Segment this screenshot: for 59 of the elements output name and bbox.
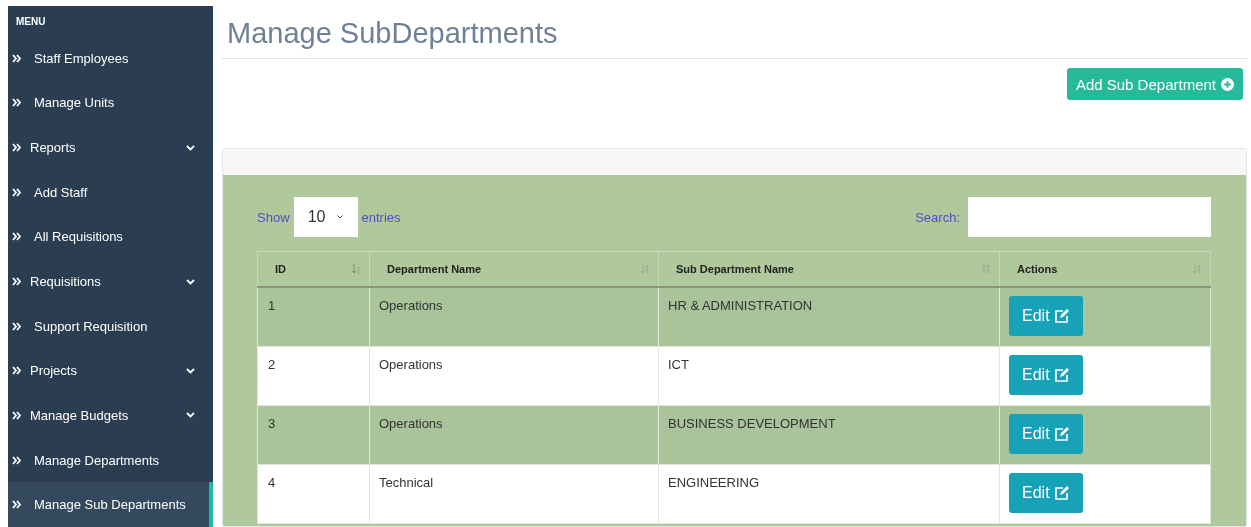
sidebar-item[interactable]: Add Staff — [8, 169, 213, 215]
double-chevron-icon — [12, 410, 22, 420]
sidebar-item[interactable]: Manage Budgets — [8, 393, 213, 438]
page-title: Manage SubDepartments — [222, 0, 1247, 59]
search-label: Search: — [915, 209, 960, 225]
sort-ascending-icon[interactable] — [351, 264, 361, 274]
table-cell: Operations — [379, 298, 443, 313]
double-chevron-icon — [12, 143, 22, 153]
edit-icon — [1053, 367, 1070, 382]
table-cell: HR & ADMINISTRATION — [668, 298, 813, 313]
column-header[interactable]: Actions — [1017, 263, 1058, 275]
entries-label: entries — [361, 209, 401, 225]
double-chevron-icon — [12, 53, 22, 63]
double-chevron-icon — [12, 500, 22, 510]
search-field[interactable] — [968, 197, 1211, 237]
double-chevron-icon — [12, 455, 22, 465]
show-label: Show — [257, 209, 290, 225]
sidebar-item[interactable]: Support Requisition — [8, 303, 213, 349]
table-cell: 3 — [268, 415, 276, 431]
sidebar-item[interactable]: Manage Units — [8, 80, 213, 126]
edit-icon — [1053, 309, 1070, 323]
sidebar-item[interactable]: All Requisitions — [8, 214, 213, 260]
sidebar-item[interactable]: Requisitions — [8, 259, 213, 304]
column-header[interactable]: Sub Department Name — [676, 263, 794, 275]
sort-icon[interactable] — [981, 264, 991, 274]
column-header[interactable]: ID — [275, 263, 286, 275]
table-cell: 2 — [268, 356, 276, 372]
table-cell: Technical — [379, 474, 434, 490]
caret-icon — [337, 215, 344, 219]
double-chevron-icon — [12, 366, 22, 376]
sidebar-item[interactable]: Projects — [8, 348, 213, 394]
chevron-down-icon — [186, 412, 195, 419]
table-cell: 1 — [268, 298, 276, 313]
table-cell: Operations — [379, 415, 443, 431]
table-cell: ICT — [668, 356, 689, 372]
table-cell: 4 — [268, 474, 276, 490]
sort-icon[interactable] — [640, 264, 650, 274]
double-chevron-icon — [12, 98, 22, 108]
sort-icon[interactable] — [1192, 264, 1202, 274]
column-header[interactable]: Department Name — [387, 263, 482, 275]
chevron-down-icon — [186, 278, 195, 285]
sidebar-item[interactable]: Manage Departments — [8, 437, 213, 483]
edit-icon — [1053, 485, 1070, 500]
table-cell: ENGINEERING — [668, 474, 759, 490]
menu-heading: MENU — [15, 15, 47, 29]
double-chevron-icon — [12, 321, 22, 331]
plus-circle-icon — [1221, 77, 1234, 91]
table-cell: Operations — [379, 356, 443, 372]
sidebar-item[interactable]: Staff Employees — [8, 36, 213, 81]
table-cell: BUSINESS DEVELOPMENT — [668, 415, 836, 431]
chevron-down-icon — [186, 367, 195, 374]
double-chevron-icon — [12, 277, 22, 286]
double-chevron-icon — [12, 232, 22, 242]
chevron-down-icon — [186, 144, 195, 151]
sidebar-item[interactable]: Reports — [8, 125, 213, 170]
page-size-select[interactable]: 10 — [293, 197, 358, 237]
edit-icon — [1053, 426, 1070, 441]
sidebar-item[interactable]: Manage Sub Departments — [8, 482, 213, 527]
double-chevron-icon — [12, 187, 22, 197]
